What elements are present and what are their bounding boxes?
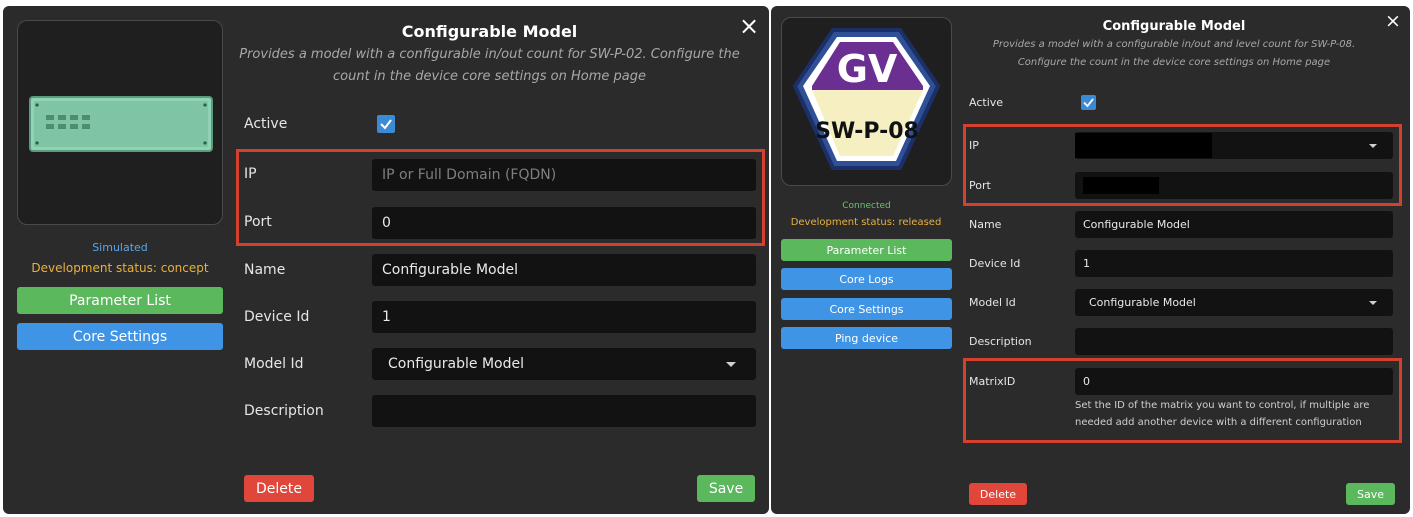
dialog-subtitle-line2: count in the device core settings on Hom… [333,69,646,84]
model-id-label: Model Id [969,296,1016,309]
ping-device-button[interactable]: Ping device [781,327,952,349]
save-button[interactable]: Save [1346,483,1395,505]
delete-button[interactable]: Delete [969,483,1027,505]
core-settings-button[interactable]: Core Settings [781,298,952,320]
active-label: Active [969,96,1004,109]
parameter-list-button[interactable]: Parameter List [17,287,223,314]
right-dialog: GV SW-P-08 Connected Development status:… [771,6,1410,514]
chevron-down-icon [1369,144,1377,148]
svg-text:GV: GV [837,47,898,91]
port-label: Port [244,214,272,230]
close-icon[interactable]: × [739,14,759,38]
ip-label: IP [969,139,979,152]
dialog-subtitle-line1: Provides a model with a configurable in/… [239,47,740,62]
connection-status: Simulated [92,241,148,254]
model-id-value: Configurable Model [1089,296,1196,309]
delete-button[interactable]: Delete [244,475,314,502]
name-label: Name [244,262,286,278]
chevron-down-icon [1369,301,1377,305]
active-checkbox[interactable] [1081,95,1096,110]
ip-input[interactable]: IP or Full Domain (FQDN) [372,159,756,191]
device-thumbnail [17,20,223,225]
dialog-subtitle-line1: Provides a model with a configurable in/… [992,39,1356,50]
matrix-id-help-line1: Set the ID of the matrix you want to con… [1075,400,1370,411]
port-input[interactable] [1075,172,1393,199]
model-id-select[interactable]: Configurable Model [1075,289,1393,316]
model-id-select[interactable]: Configurable Model [372,348,756,380]
core-settings-button[interactable]: Core Settings [17,323,223,350]
parameter-list-button[interactable]: Parameter List [781,239,952,261]
chevron-down-icon [726,362,736,367]
name-label: Name [969,218,1002,231]
matrix-id-help-line2: needed add another device with a differe… [1075,417,1362,428]
redacted-ip [1075,133,1212,158]
checkmark-icon [1083,98,1094,108]
description-label: Description [969,335,1032,348]
device-thumbnail: GV SW-P-08 [781,17,952,186]
device-id-input[interactable]: 1 [1075,250,1393,277]
port-label: Port [969,179,991,192]
model-id-value: Configurable Model [388,356,525,372]
dialog-subtitle-line2: Configure the count in the device core s… [1017,57,1331,68]
device-id-input[interactable]: 1 [372,301,756,333]
checkmark-icon [380,119,392,130]
rack-device-icon [29,96,213,152]
dialog-title: Configurable Model [1102,19,1246,34]
connection-status: Connected [842,201,891,211]
device-id-label: Device Id [244,309,310,325]
close-icon[interactable]: × [1385,12,1401,31]
core-logs-button[interactable]: Core Logs [781,268,952,290]
matrix-id-label: MatrixID [969,375,1016,388]
description-input[interactable] [1075,328,1393,355]
port-input[interactable]: 0 [372,207,756,239]
active-checkbox[interactable] [377,115,395,133]
ip-label: IP [244,166,257,182]
name-input[interactable]: Configurable Model [1075,211,1393,238]
ip-select[interactable] [1075,132,1393,159]
matrix-id-input[interactable]: 0 [1075,368,1393,395]
device-id-label: Device Id [969,257,1021,270]
left-dialog: Simulated Development status: concept Pa… [3,6,769,514]
development-status: Development status: released [790,217,942,228]
model-id-label: Model Id [244,356,304,372]
redacted-port [1083,177,1159,194]
save-button[interactable]: Save [697,475,755,502]
name-input[interactable]: Configurable Model [372,254,756,286]
development-status: Development status: concept [31,261,209,275]
description-input[interactable] [372,395,756,427]
dialog-title: Configurable Model [401,22,578,41]
svg-text:SW-P-08: SW-P-08 [815,119,919,144]
grass-valley-logo: GV SW-P-08 [792,28,941,170]
active-label: Active [244,116,288,132]
description-label: Description [244,403,324,419]
